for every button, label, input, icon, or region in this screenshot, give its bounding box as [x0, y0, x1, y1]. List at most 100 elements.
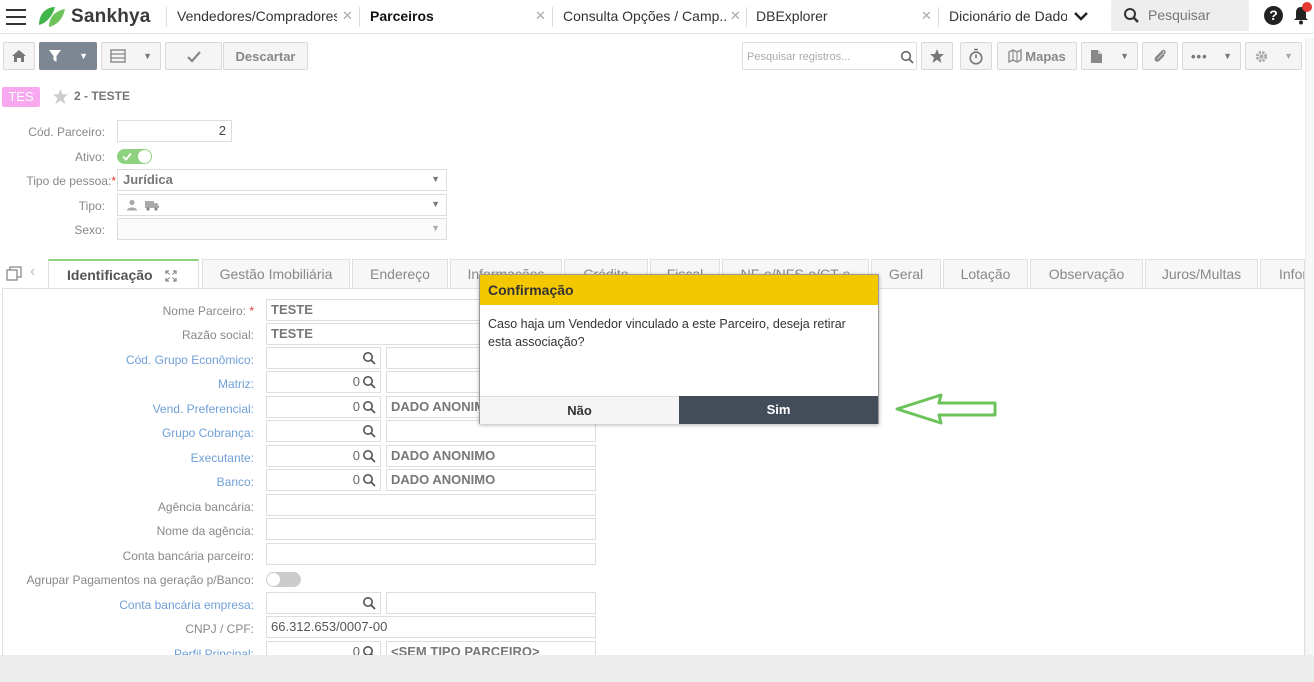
tab-consulta-opcoes[interactable]: Consulta Opções / Camp... — [563, 0, 728, 34]
confirmation-dialog: Confirmação Caso haja um Vendedor vincul… — [479, 274, 879, 424]
matriz-label[interactable]: Matriz: — [3, 377, 254, 391]
vend-preferencial-label[interactable]: Vend. Preferencial: — [3, 402, 254, 416]
caret-down-icon: ▼ — [143, 51, 152, 61]
tab-dicionario[interactable]: Dicionário de Dados — [949, 0, 1067, 34]
grupo-economico-label[interactable]: Cód. Grupo Econômico: — [3, 353, 254, 367]
grid-view-button[interactable]: ▼ — [101, 42, 161, 70]
confirm-button[interactable] — [165, 42, 222, 70]
tipo-select[interactable]: ▼ — [117, 194, 447, 216]
search-icon[interactable] — [362, 400, 376, 414]
document-icon — [1091, 49, 1102, 63]
tab-divider — [166, 7, 167, 27]
check-icon — [122, 152, 132, 161]
tab-geral[interactable]: Geral — [871, 259, 941, 289]
cnpj-field[interactable]: 66.312.653/0007-00 — [266, 616, 596, 638]
grupo-economico-code[interactable] — [266, 347, 381, 369]
banco-label[interactable]: Banco: — [3, 475, 254, 489]
banco-code[interactable]: 0 — [266, 469, 381, 491]
tab-parceiros[interactable]: Parceiros — [370, 0, 520, 34]
tab-divider — [938, 7, 939, 27]
settings-button[interactable]: ▼ — [1245, 42, 1302, 70]
close-icon[interactable]: ✕ — [921, 8, 932, 24]
chevron-left-icon[interactable]: ‹ — [30, 263, 35, 281]
attachment-button[interactable] — [1142, 42, 1178, 70]
tipo-label: Tipo: — [78, 199, 105, 213]
tab-observacao[interactable]: Observação — [1030, 259, 1143, 289]
close-icon[interactable]: ✕ — [730, 8, 741, 24]
caret-down-icon: ▼ — [431, 199, 440, 209]
more-options-button[interactable]: ••• ▼ — [1182, 42, 1241, 70]
record-search-input[interactable]: Pesquisar registros... — [742, 42, 917, 70]
brand-logo[interactable]: Sankhya — [37, 4, 151, 30]
close-icon[interactable]: ✕ — [342, 8, 353, 24]
sexo-select[interactable]: ▼ — [117, 218, 447, 240]
conta-parceiro-field[interactable] — [266, 543, 596, 565]
tipo-pessoa-select[interactable]: Jurídica ▼ — [117, 169, 447, 191]
matriz-code[interactable]: 0 — [266, 371, 381, 393]
search-icon[interactable] — [362, 645, 376, 655]
tab-juros-multas[interactable]: Juros/Multas — [1145, 259, 1258, 289]
tab-vendedores[interactable]: Vendedores/Compradores — [177, 0, 337, 34]
perfil-principal-code[interactable]: 0 — [266, 641, 381, 655]
cod-parceiro-field[interactable]: 2 — [117, 120, 232, 142]
search-icon[interactable] — [362, 351, 376, 365]
search-icon[interactable] — [362, 375, 376, 389]
tab-divider — [746, 7, 747, 27]
grupo-cobranca-code[interactable] — [266, 420, 381, 442]
agencia-field[interactable] — [266, 494, 596, 516]
grupo-cobranca-label[interactable]: Grupo Cobrança: — [3, 426, 254, 440]
sankhya-leaf-icon — [39, 7, 65, 27]
filter-button[interactable]: ▼ — [39, 42, 97, 70]
vertical-scrollbar[interactable] — [1305, 38, 1314, 655]
tab-identificacao[interactable]: Identificação — [48, 259, 199, 289]
razao-social-label: Razão social: — [181, 328, 254, 342]
tab-lotacao[interactable]: Lotação — [943, 259, 1028, 289]
agrupar-pagamentos-toggle[interactable] — [266, 572, 301, 587]
global-search[interactable]: Pesquisar — [1111, 0, 1249, 31]
nome-parceiro-label-text: Nome Parceiro: — [162, 304, 246, 318]
nome-agencia-field[interactable] — [266, 518, 596, 540]
search-icon[interactable] — [362, 596, 376, 610]
vend-preferencial-code[interactable]: 0 — [266, 396, 381, 418]
tab-gestao-imobiliaria[interactable]: Gestão Imobiliária — [202, 259, 350, 289]
tab-informacoes-extra[interactable]: Infor — [1260, 259, 1305, 289]
favorite-button[interactable] — [921, 42, 953, 70]
menu-icon[interactable] — [6, 9, 26, 25]
perfil-principal-label[interactable]: Perfil Principal: — [3, 647, 254, 655]
maps-button[interactable]: Mapas — [997, 42, 1077, 70]
top-bar: Sankhya Vendedores/Compradores ✕ Parceir… — [0, 0, 1314, 34]
tipo-pessoa-label: Tipo de pessoa:* — [0, 174, 116, 188]
check-icon — [186, 50, 201, 63]
copy-icon[interactable] — [6, 266, 22, 281]
ativo-toggle[interactable] — [117, 149, 152, 164]
executante-label[interactable]: Executante: — [3, 451, 254, 465]
home-button[interactable] — [3, 42, 35, 70]
close-icon[interactable]: ✕ — [535, 8, 546, 24]
search-icon[interactable] — [362, 473, 376, 487]
home-icon — [12, 50, 26, 62]
gear-icon — [1255, 50, 1268, 62]
conta-empresa-code[interactable] — [266, 592, 381, 614]
tab-endereco[interactable]: Endereço — [352, 259, 448, 289]
search-icon[interactable] — [362, 424, 376, 438]
caret-down-icon: ▼ — [79, 51, 88, 61]
report-button[interactable]: ▼ — [1081, 42, 1138, 70]
expand-icon[interactable] — [165, 270, 177, 282]
stopwatch-icon — [969, 48, 983, 65]
tipo-pessoa-value: Jurídica — [123, 172, 173, 187]
chevron-down-icon[interactable] — [1073, 10, 1089, 22]
record-tag: TES — [2, 87, 40, 107]
conta-empresa-label[interactable]: Conta bancária empresa: — [3, 598, 254, 612]
yes-button[interactable]: Sim — [679, 396, 878, 424]
no-button[interactable]: Não — [480, 396, 679, 424]
discard-button[interactable]: Descartar — [223, 42, 308, 70]
help-icon[interactable]: ? — [1264, 6, 1283, 25]
executante-code[interactable]: 0 — [266, 445, 381, 467]
search-icon[interactable] — [362, 449, 376, 463]
timer-button[interactable] — [960, 42, 992, 70]
search-icon[interactable] — [900, 50, 914, 64]
caret-down-icon: ▼ — [1223, 51, 1232, 61]
record-search-placeholder: Pesquisar registros... — [747, 51, 851, 63]
tab-dbexplorer[interactable]: DBExplorer — [756, 0, 906, 34]
star-icon[interactable] — [52, 88, 69, 105]
